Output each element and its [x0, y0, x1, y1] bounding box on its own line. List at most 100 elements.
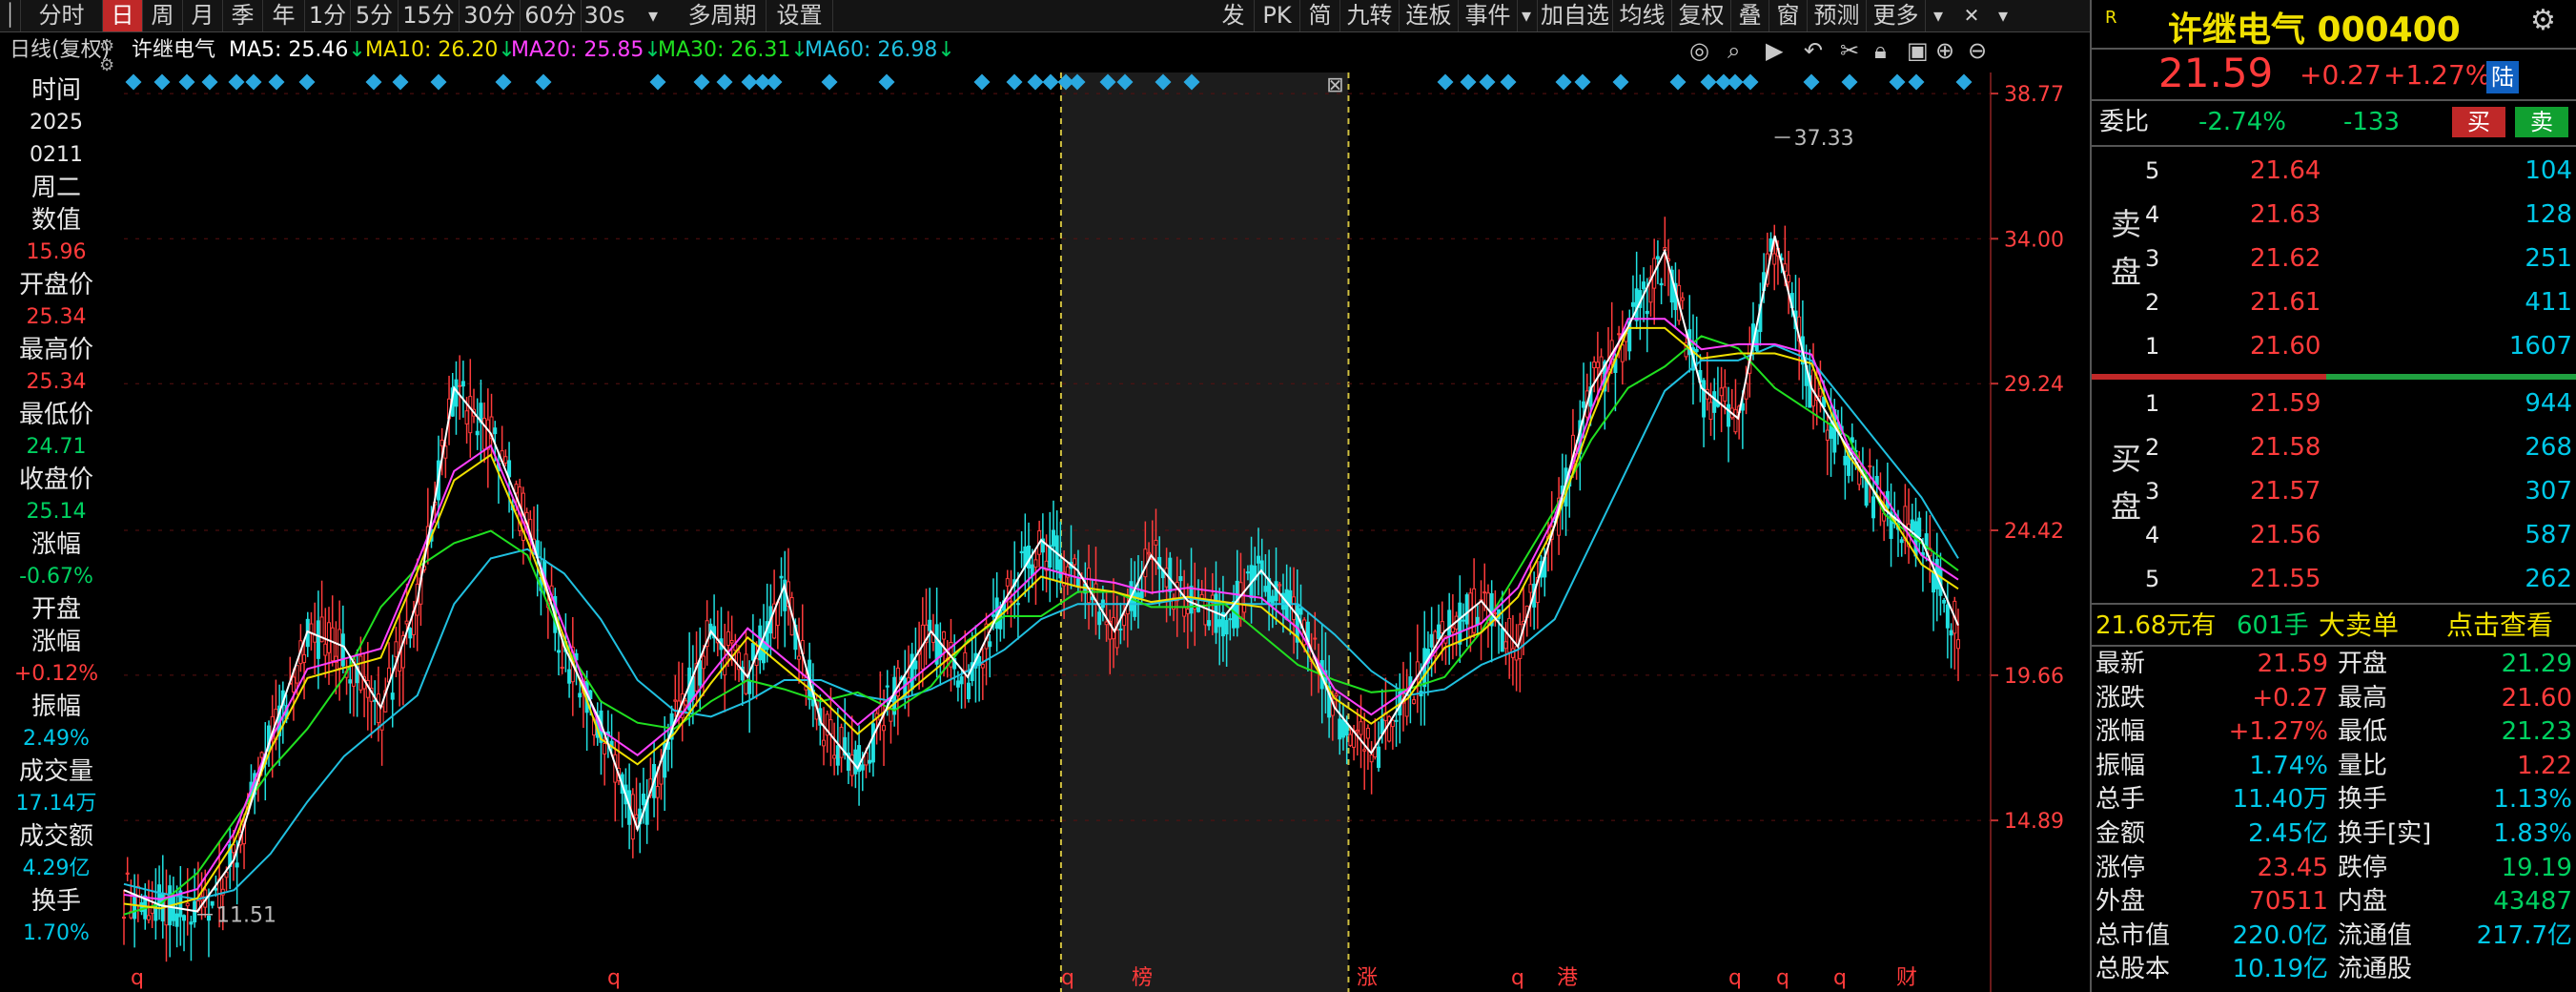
period-dropdown-icon[interactable]: ▾ [629, 0, 677, 31]
tab-15min[interactable]: 15分 [399, 0, 460, 31]
kline-chart[interactable]: ⊠ 38.7734.0029.2424.4219.6614.8937.3311.5… [0, 34, 2088, 992]
add-watchlist-button[interactable]: 加自选 [1537, 0, 1613, 31]
candle-body [1245, 571, 1250, 574]
candle-body [146, 915, 151, 920]
bid-row[interactable]: 3 21.57 307 [2092, 469, 2576, 513]
lock-alt-icon[interactable]: ▣ [1907, 34, 1929, 67]
events-dropdown-icon[interactable]: ▾ [1518, 0, 1535, 31]
ma-button[interactable]: 均线 [1613, 0, 1672, 31]
candle-body [1263, 586, 1268, 592]
candle-body [1917, 517, 1922, 538]
candle-body [348, 679, 353, 684]
change-label: 涨幅 [31, 530, 81, 559]
fa-button[interactable]: 发 [1213, 0, 1255, 31]
window-button[interactable]: 窗 [1769, 0, 1808, 31]
open-value: 25.34 [26, 305, 87, 329]
ask-row[interactable]: 4 21.63 128 [2092, 193, 2576, 237]
pk-button[interactable]: PK [1255, 0, 1300, 31]
tab-intraday[interactable]: 分时 [21, 0, 103, 31]
candle-body [330, 627, 335, 662]
gear-icon[interactable]: ⚙ [99, 36, 114, 56]
candle-body [1871, 496, 1876, 519]
more-button[interactable]: 更多 [1867, 0, 1926, 31]
panel-dropdown-icon[interactable]: ▾ [1991, 0, 2015, 31]
candle-body [182, 915, 187, 921]
lock-icon[interactable]: 🔒︎ [1874, 34, 1887, 67]
candle-body [1178, 576, 1183, 582]
candle-body [1075, 578, 1080, 587]
forecast-button[interactable]: 预测 [1808, 0, 1867, 31]
candle-body [1189, 586, 1194, 614]
settings-gear-icon[interactable]: ⚙ [2530, 4, 2556, 37]
toolbar-handle[interactable]: ⏐ [0, 0, 21, 31]
ask-volume: 104 [2525, 156, 2572, 185]
ask-row[interactable]: 2 21.61 411 [2092, 280, 2576, 324]
event-marker-icon [298, 73, 316, 91]
search-icon[interactable]: ⌕ [1728, 34, 1740, 67]
tab-30min[interactable]: 30分 [460, 0, 521, 31]
bid-row[interactable]: 4 21.56 587 [2092, 513, 2576, 557]
bid-level: 4 [2145, 522, 2160, 548]
event-marker-icon [1612, 73, 1629, 91]
event-marker-icon [1908, 73, 1925, 91]
buy-button[interactable]: 买 [2452, 107, 2505, 137]
tab-1min[interactable]: 1分 [305, 0, 351, 31]
ma5-line [123, 235, 1959, 913]
big-order-link[interactable]: 点击查看 [2446, 607, 2553, 645]
tab-daily[interactable]: 日 [103, 0, 143, 31]
eye-icon[interactable]: ◎ [1689, 34, 1709, 67]
multi-period-button[interactable]: 多周期 [679, 0, 767, 31]
tab-60min[interactable]: 60分 [521, 0, 582, 31]
bid-row[interactable]: 5 21.55 262 [2092, 557, 2576, 601]
open-change-label-1: 开盘 [31, 595, 81, 624]
event-marker-icon [1027, 73, 1044, 91]
simple-button[interactable]: 简 [1300, 0, 1340, 31]
y-tick-label: 34.00 [2004, 228, 2064, 252]
nine-turn-button[interactable]: 九转 [1340, 0, 1400, 31]
bid-row[interactable]: 1 21.59 944 [2092, 382, 2576, 425]
zoom-in-icon[interactable]: ⊕ [1935, 34, 1954, 67]
candle-body [1447, 610, 1452, 636]
limit-up-streak-button[interactable]: 连板 [1400, 0, 1459, 31]
tab-monthly[interactable]: 月 [183, 0, 223, 31]
undo-icon[interactable]: ↶ [1804, 34, 1823, 67]
y-tick-label: 29.24 [2004, 373, 2064, 397]
overlay-button[interactable]: 叠 [1731, 0, 1769, 31]
play-icon[interactable]: ▶ [1766, 34, 1783, 67]
close-icon[interactable]: ✕ [1952, 0, 1991, 31]
candle-body [1843, 455, 1848, 465]
ask-row[interactable]: 3 21.62 251 [2092, 237, 2576, 280]
ask-row[interactable]: 5 21.64 104 [2092, 149, 2576, 193]
tab-quarterly[interactable]: 季 [223, 0, 263, 31]
high-value: 25.34 [26, 370, 87, 394]
candle-body [440, 439, 444, 446]
zoom-out-icon[interactable]: ⊖ [1968, 34, 1987, 67]
candle-body [701, 655, 705, 670]
candle-body [1429, 633, 1434, 648]
y-tick-label: 14.89 [2004, 810, 2064, 834]
ma5-label: MA5: 25.46↓ [229, 38, 366, 62]
tab-yearly[interactable]: 年 [263, 0, 305, 31]
bid-row[interactable]: 2 21.58 268 [2092, 425, 2576, 469]
tab-weekly[interactable]: 周 [143, 0, 183, 31]
chart-period-label[interactable]: 日线(复权) [10, 34, 110, 67]
sell-button[interactable]: 卖 [2515, 107, 2568, 137]
ask-level: 5 [2145, 157, 2160, 184]
settings-button[interactable]: 设置 [767, 0, 833, 31]
candle-body [1015, 603, 1020, 606]
ask-row[interactable]: 1 21.60 1607 [2092, 324, 2576, 368]
candle-body [955, 680, 960, 688]
tab-30s[interactable]: 30s [582, 0, 627, 31]
events-button[interactable]: 事件 [1459, 0, 1518, 31]
adjust-button[interactable]: 复权 [1672, 0, 1731, 31]
candle-body [835, 745, 840, 766]
scissors-icon[interactable]: ✂ [1840, 34, 1859, 67]
event-marker-icon [1669, 73, 1687, 91]
candle-body [1118, 628, 1123, 630]
candle-body [1493, 612, 1498, 615]
more-dropdown-icon[interactable]: ▾ [1926, 0, 1951, 31]
tab-5min[interactable]: 5分 [351, 0, 399, 31]
kline-chart-area[interactable]: ⊠ 38.77 34.00 29.24 24.42 19.66 14.89 37.33 11.5… [0, 34, 2088, 992]
bid-price: 21.55 [2250, 565, 2321, 593]
bid-bar [2326, 374, 2576, 380]
